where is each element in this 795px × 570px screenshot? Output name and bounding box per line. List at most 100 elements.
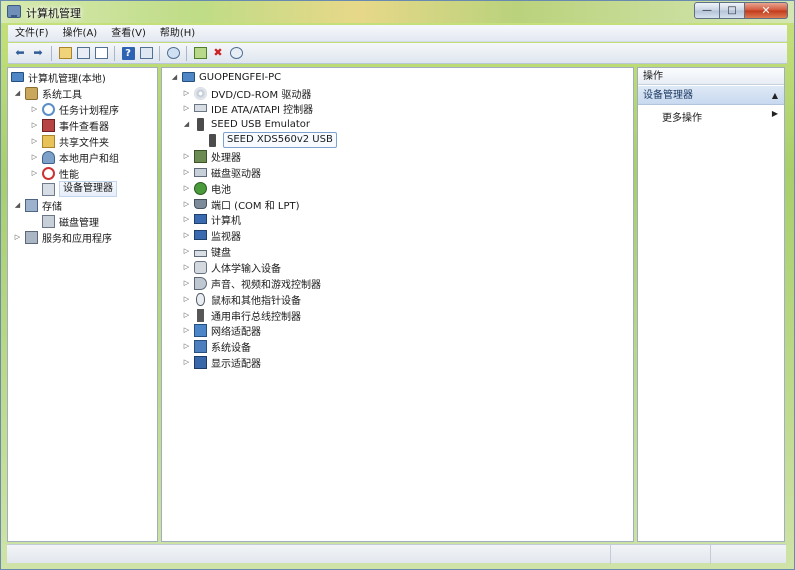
expand-icon[interactable]: ▷ <box>182 295 191 303</box>
storage-icon <box>25 198 38 212</box>
help-icon[interactable]: ? <box>120 45 136 61</box>
toolbar-separator <box>51 45 52 61</box>
device-category-network[interactable]: ▷ 网络适配器 <box>182 322 261 338</box>
device-category-display[interactable]: ▷ 显示适配器 <box>182 354 261 370</box>
tree-item-storage[interactable]: ◢ 存储 <box>13 197 62 213</box>
expand-icon[interactable]: ▷ <box>30 153 39 161</box>
show-hide-console-tree-icon[interactable] <box>75 45 91 61</box>
expand-icon[interactable]: ▷ <box>182 231 191 239</box>
disable-icon[interactable] <box>228 45 244 61</box>
expand-icon[interactable]: ▷ <box>182 184 191 192</box>
expand-icon[interactable]: ▷ <box>182 152 191 160</box>
expand-icon[interactable]: ▷ <box>182 168 191 176</box>
tree-item-local-users[interactable]: ▷ 本地用户和组 <box>30 149 119 165</box>
device-tree-pane[interactable]: ◢ GUOPENGFEI-PC ▷ DVD/CD-ROM 驱动器 ▷ IDE A… <box>161 67 634 542</box>
expand-icon[interactable]: ▷ <box>182 342 191 350</box>
menu-view[interactable]: 查看(V) <box>104 25 153 42</box>
device-category-label: 声音、视频和游戏控制器 <box>211 279 321 291</box>
device-category-sound[interactable]: ▷ 声音、视频和游戏控制器 <box>182 275 321 291</box>
status-bar <box>7 544 786 564</box>
collapse-arrow-icon[interactable]: ▲ <box>772 86 778 105</box>
device-category-label: 磁盘驱动器 <box>211 168 261 180</box>
properties-icon[interactable] <box>138 45 154 61</box>
actions-section-device-manager[interactable]: 设备管理器 ▲ <box>638 86 784 105</box>
device-category-label: 通用串行总线控制器 <box>211 311 301 323</box>
tree-item-event-viewer[interactable]: ▷ 事件查看器 <box>30 117 109 133</box>
maximize-button[interactable]: □ <box>720 2 745 19</box>
device-tree-label: GUOPENGFEI-PC <box>199 71 282 83</box>
collapse-icon[interactable]: ◢ <box>13 89 22 97</box>
device-category-dvd[interactable]: ▷ DVD/CD-ROM 驱动器 <box>182 85 311 101</box>
device-category-ports[interactable]: ▷ 端口 (COM 和 LPT) <box>182 196 300 212</box>
device-category-system[interactable]: ▷ 系统设备 <box>182 338 251 354</box>
performance-icon <box>42 166 55 180</box>
device-category-label: 网络适配器 <box>211 326 261 338</box>
menu-help[interactable]: 帮助(H) <box>153 25 202 42</box>
expand-icon[interactable]: ▷ <box>182 247 191 255</box>
actions-section-label: 设备管理器 <box>643 90 693 101</box>
device-category-label: IDE ATA/ATAPI 控制器 <box>211 104 314 116</box>
device-category-seed-usb-emulator[interactable]: ◢ SEED USB Emulator <box>182 116 310 132</box>
tree-item-disk-management[interactable]: 磁盘管理 <box>42 213 99 229</box>
more-actions-item[interactable]: 更多操作 <box>662 109 702 124</box>
update-driver-icon[interactable] <box>192 45 208 61</box>
device-category-ide[interactable]: ▷ IDE ATA/ATAPI 控制器 <box>182 100 313 116</box>
minimize-button[interactable]: — <box>694 2 720 19</box>
forward-arrow-icon[interactable]: ➡ <box>30 45 46 61</box>
expand-icon[interactable]: ▷ <box>182 263 191 271</box>
device-category-usb-controllers[interactable]: ▷ 通用串行总线控制器 <box>182 307 301 323</box>
expand-icon[interactable]: ▷ <box>182 215 191 223</box>
expand-icon[interactable]: ▷ <box>182 104 191 112</box>
device-category-battery[interactable]: ▷ 电池 <box>182 180 231 196</box>
menu-action[interactable]: 操作(A) <box>56 25 105 42</box>
expand-icon[interactable]: ▷ <box>13 233 22 241</box>
title-bar[interactable]: 计算机管理 — □ ✕ <box>1 1 794 23</box>
tree-item-label: 磁盘管理 <box>59 217 99 229</box>
expand-icon[interactable]: ▷ <box>30 137 39 145</box>
collapse-icon[interactable]: ◢ <box>170 73 179 81</box>
users-icon <box>42 150 55 164</box>
tree-item-shared-folders[interactable]: ▷ 共享文件夹 <box>30 133 109 149</box>
expand-icon[interactable]: ▷ <box>182 279 191 287</box>
device-category-monitors[interactable]: ▷ 监视器 <box>182 227 241 243</box>
processor-icon <box>194 149 207 163</box>
expand-icon[interactable]: ▷ <box>30 121 39 129</box>
toolbar-separator <box>159 45 160 61</box>
scan-hardware-icon[interactable] <box>165 45 181 61</box>
back-arrow-icon[interactable]: ⬅ <box>12 45 28 61</box>
expand-icon[interactable]: ▷ <box>30 105 39 113</box>
export-list-icon[interactable] <box>93 45 109 61</box>
device-category-mice[interactable]: ▷ 鼠标和其他指针设备 <box>182 291 301 307</box>
device-category-disk-drives[interactable]: ▷ 磁盘驱动器 <box>182 164 261 180</box>
expand-icon[interactable]: ▷ <box>182 311 191 319</box>
device-seed-xds560v2-usb[interactable]: SEED XDS560v2 USB <box>206 132 337 148</box>
expand-icon[interactable]: ▷ <box>182 89 191 97</box>
device-category-hid[interactable]: ▷ 人体学输入设备 <box>182 259 281 275</box>
uninstall-icon[interactable]: ✖ <box>210 45 226 61</box>
expand-icon[interactable]: ▷ <box>182 358 191 366</box>
expand-icon[interactable]: ▷ <box>182 200 191 208</box>
device-category-processor[interactable]: ▷ 处理器 <box>182 148 241 164</box>
collapse-icon[interactable]: ◢ <box>182 120 191 128</box>
device-label: SEED XDS560v2 USB <box>223 132 337 148</box>
menu-file[interactable]: 文件(F) <box>8 25 56 42</box>
tree-item-task-scheduler[interactable]: ▷ 任务计划程序 <box>30 101 119 117</box>
up-folder-icon[interactable] <box>57 45 73 61</box>
collapse-icon[interactable]: ◢ <box>13 201 22 209</box>
expand-icon[interactable]: ▷ <box>30 169 39 177</box>
close-button[interactable]: ✕ <box>745 2 788 19</box>
console-tree-pane[interactable]: 计算机管理(本地) ◢ 系统工具 ▷ 任务计划程序 ▷ 事件查看器 ▷ 共享文件… <box>7 67 158 542</box>
tree-item-device-manager[interactable]: 设备管理器 <box>42 181 117 197</box>
device-category-keyboards[interactable]: ▷ 键盘 <box>182 243 231 259</box>
expand-icon[interactable]: ▷ <box>182 326 191 334</box>
device-category-label: 监视器 <box>211 231 241 243</box>
tree-item-label: 服务和应用程序 <box>42 233 112 245</box>
tree-item-root[interactable]: 计算机管理(本地) <box>11 69 106 85</box>
tree-item-performance[interactable]: ▷ 性能 <box>30 165 79 181</box>
disk-drive-icon <box>194 167 207 177</box>
tree-item-services-apps[interactable]: ▷ 服务和应用程序 <box>13 229 112 245</box>
device-category-computer[interactable]: ▷ 计算机 <box>182 211 241 227</box>
device-tree-root[interactable]: ◢ GUOPENGFEI-PC <box>170 69 281 85</box>
submenu-arrow-icon[interactable]: ▶ <box>772 109 778 118</box>
tree-item-system-tools[interactable]: ◢ 系统工具 <box>13 85 82 101</box>
